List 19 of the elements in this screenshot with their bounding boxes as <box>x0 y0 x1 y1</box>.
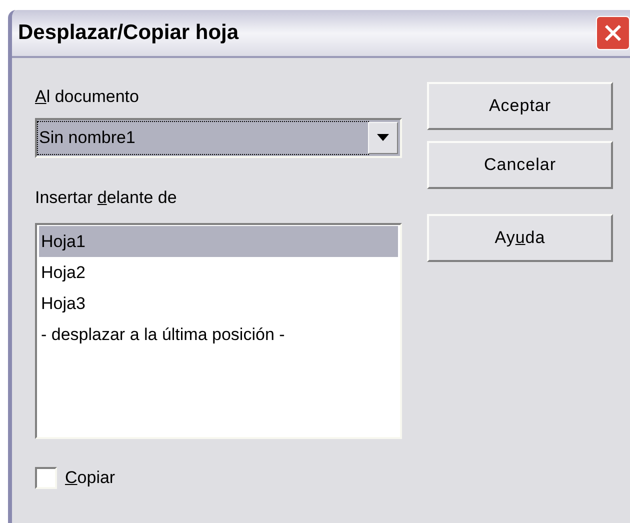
document-label: Al documento <box>35 86 140 108</box>
sheet-list-item[interactable]: Hoja1 <box>39 226 398 257</box>
copy-checkbox[interactable] <box>35 466 57 489</box>
close-icon <box>603 23 623 43</box>
dropdown-arrow-button[interactable] <box>368 122 398 154</box>
copy-label: Copiar <box>65 467 116 489</box>
dialog-button[interactable]: Aceptar <box>427 82 613 130</box>
sheet-list-item[interactable]: Hoja3 <box>39 288 398 319</box>
dialog-button[interactable]: Cancelar <box>427 141 613 189</box>
caret-icon <box>377 134 389 142</box>
sheet-list[interactable]: Hoja1 Hoja2 Hoja3 - desplazar a la última posición - <box>35 223 402 439</box>
document-dropdown[interactable]: Sin nombre1 <box>35 118 402 158</box>
dropdown-value: Sin nombre1 <box>38 122 368 154</box>
sheet-list-item[interactable]: Hoja2 <box>39 257 398 288</box>
sheet-list-item[interactable]: - desplazar a la última posición - <box>39 319 398 350</box>
insert-before-label: Insertar delante de <box>35 187 178 209</box>
close-button[interactable] <box>596 16 630 50</box>
window-title: Desplazar/Copiar hoja <box>18 20 239 46</box>
dialog-button[interactable]: Ayuda <box>427 214 613 262</box>
